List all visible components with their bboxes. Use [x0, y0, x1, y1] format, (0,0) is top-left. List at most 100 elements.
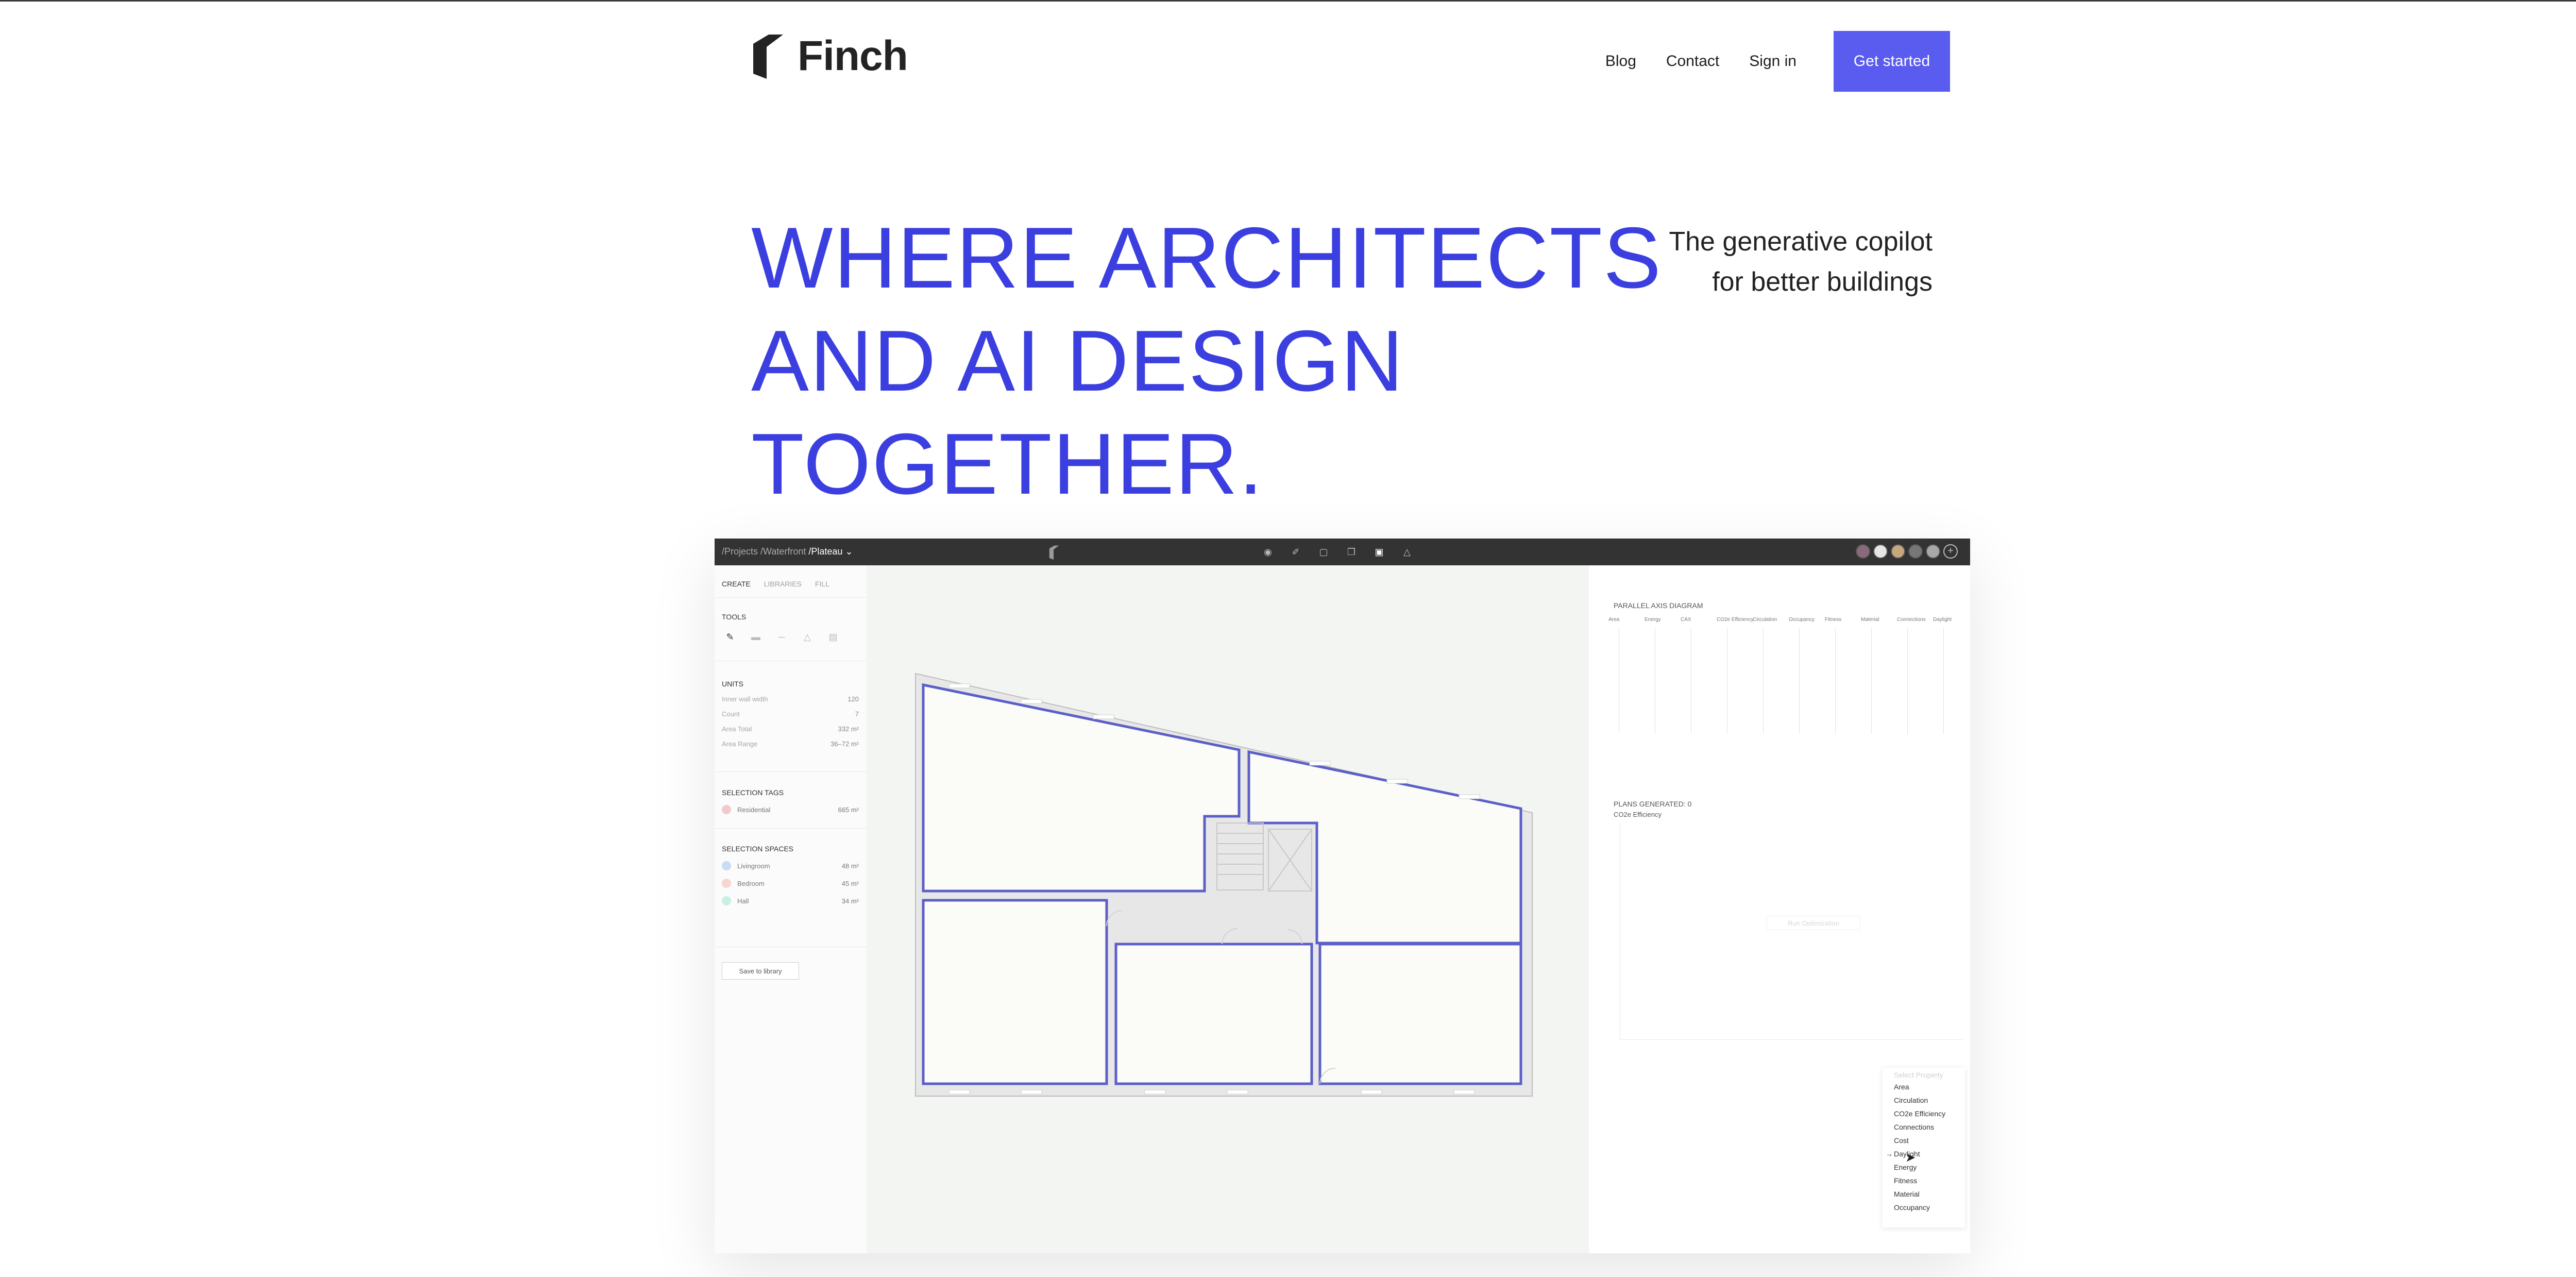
axis-label: CAX: [1681, 617, 1691, 623]
tab-create[interactable]: CREATE: [722, 580, 751, 588]
section-title: UNITS: [722, 680, 743, 688]
finch-logo-icon: [753, 35, 783, 79]
get-started-button[interactable]: Get started: [1834, 31, 1950, 92]
app-screenshot: /Projects /Waterfront /Plateau ⌄ ◉ ✐ ▢ ❐…: [715, 539, 1970, 1253]
axis-label: Energy: [1645, 617, 1661, 623]
space-row[interactable]: Livingroom 48 m²: [722, 861, 859, 870]
room: [1318, 943, 1522, 1085]
space-color-dot: [722, 861, 731, 870]
left-panel: CREATE LIBRARIES FILL TOOLS ✎ ▬ ─ △ ▤ UN…: [715, 565, 867, 1253]
section-title: SELECTION TAGS: [722, 788, 784, 797]
dropdown-option[interactable]: Area: [1883, 1080, 1965, 1094]
axis: Daylight: [1933, 617, 1952, 735]
axis: Circulation: [1753, 617, 1777, 735]
nav-sign-in[interactable]: Sign in: [1749, 53, 1797, 70]
unit-row: Inner wall width 120: [722, 695, 859, 703]
unit-label: Inner wall width: [722, 695, 768, 703]
toolbar-icons: ◉ ✐ ▢ ❐ ▣ △: [1261, 545, 1428, 559]
unit-value: 332 m²: [838, 725, 859, 733]
dropdown-option[interactable]: Cost: [1883, 1134, 1965, 1147]
unit-value[interactable]: 120: [848, 695, 859, 703]
pin-icon[interactable]: ◉: [1261, 545, 1275, 559]
dropdown-option[interactable]: Fitness: [1883, 1174, 1965, 1187]
panel-tabs: CREATE LIBRARIES FILL: [722, 580, 843, 588]
top-nav: Blog Contact Sign in Get started: [1575, 31, 1950, 92]
avatar[interactable]: [1908, 544, 1923, 559]
dropdown-option[interactable]: Material: [1883, 1187, 1965, 1201]
mouse-cursor-icon: ➤: [1905, 1151, 1916, 1165]
unit-row: Count 7: [722, 710, 859, 718]
breadcrumb[interactable]: /Projects /Waterfront /Plateau ⌄: [722, 546, 853, 557]
room: [1114, 943, 1313, 1085]
axis: Fitness: [1825, 617, 1841, 735]
dropdown-option-selected[interactable]: Daylight: [1883, 1147, 1965, 1161]
run-optimization-button[interactable]: Run Optimization: [1767, 916, 1860, 930]
space-color-dot: [722, 879, 731, 888]
space-row[interactable]: Hall 34 m²: [722, 896, 859, 905]
copy-icon[interactable]: ❐: [1344, 545, 1359, 559]
property-dropdown[interactable]: Select Property Area Circulation CO2e Ef…: [1883, 1068, 1965, 1228]
axis: Connections: [1897, 617, 1926, 735]
space-color-dot: [722, 896, 731, 905]
hero-title-line: TOGETHER.: [751, 415, 1264, 512]
unit-row: Area Total 332 m²: [722, 725, 859, 733]
axis-label: Fitness: [1825, 617, 1842, 623]
frame-icon[interactable]: ▣: [1372, 545, 1386, 559]
selection-tags-section: SELECTION TAGS Residential 665 m²: [722, 788, 859, 814]
floor-plan-canvas[interactable]: [867, 565, 1589, 1253]
dropdown-option[interactable]: Energy: [1883, 1161, 1965, 1174]
unit-row: Area Range 36–72 m²: [722, 740, 859, 748]
space-value: 34 m²: [841, 897, 859, 905]
sketch-icon[interactable]: ✐: [1289, 545, 1303, 559]
save-to-library-button[interactable]: Save to library: [722, 962, 799, 980]
axis-label: Daylight: [1933, 617, 1952, 623]
axis-label: Area: [1608, 617, 1620, 623]
shape-tool-icon[interactable]: △: [799, 630, 816, 644]
dropdown-option[interactable]: Occupancy: [1883, 1201, 1965, 1214]
avatar[interactable]: [1873, 544, 1888, 559]
tab-libraries[interactable]: LIBRARIES: [764, 580, 802, 588]
avatar[interactable]: [1891, 544, 1905, 559]
tab-fill[interactable]: FILL: [815, 580, 829, 588]
floor-plan: [915, 673, 1533, 1097]
space-label: Hall: [737, 897, 749, 905]
section-title: SELECTION SPACES: [722, 845, 794, 853]
nav-blog[interactable]: Blog: [1605, 53, 1636, 70]
space-row[interactable]: Bedroom 45 m²: [722, 879, 859, 888]
avatar[interactable]: [1856, 544, 1870, 559]
right-panel: PARALLEL AXIS DIAGRAM Area Energy CAX CO…: [1589, 565, 1970, 1253]
room-tool-icon[interactable]: ▤: [825, 630, 841, 644]
axis-label: Connections: [1897, 617, 1926, 623]
add-collaborator-icon[interactable]: +: [1943, 544, 1958, 559]
plans-plot: Run Optimization: [1620, 823, 1962, 1040]
breadcrumb-current[interactable]: /Plateau ⌄: [808, 546, 853, 557]
axis: Occupancy: [1789, 617, 1815, 735]
plans-metric: CO2e Efficiency: [1614, 811, 1662, 818]
tag-row[interactable]: Residential 665 m²: [722, 805, 859, 814]
nav-contact[interactable]: Contact: [1666, 53, 1719, 70]
plans-generated-title: PLANS GENERATED: 0: [1614, 800, 1692, 808]
dropdown-header: Select Property: [1894, 1071, 1943, 1079]
line-tool-icon[interactable]: ─: [773, 630, 790, 644]
axis-label: CO2e Efficiency: [1717, 617, 1754, 623]
pen-tool-icon[interactable]: ✎: [722, 630, 738, 644]
section-title: TOOLS: [722, 613, 747, 621]
avatar[interactable]: [1926, 544, 1940, 559]
dropdown-option[interactable]: CO2e Efficiency: [1883, 1107, 1965, 1120]
top-border: [0, 0, 2576, 2]
comment-icon[interactable]: ▢: [1316, 545, 1331, 559]
selection-spaces-section: SELECTION SPACES Livingroom 48 m² Bedroo…: [722, 845, 859, 905]
wall-tool-icon[interactable]: ▬: [748, 630, 764, 644]
subtitle-line: for better buildings: [1712, 267, 1933, 297]
breadcrumb-path[interactable]: /Projects /Waterfront: [722, 546, 808, 557]
divider: [715, 771, 867, 772]
dropdown-option[interactable]: Circulation: [1883, 1094, 1965, 1107]
warning-icon[interactable]: △: [1400, 545, 1414, 559]
finch-small-logo-icon: [1049, 545, 1059, 560]
collaborator-avatars: +: [1853, 544, 1958, 559]
parallel-axis-title: PARALLEL AXIS DIAGRAM: [1614, 601, 1703, 610]
dropdown-option[interactable]: Connections: [1883, 1120, 1965, 1134]
hero-title: WHERE ARCHITECTS AND AI DESIGN TOGETHER.: [751, 206, 1661, 515]
tools-section: TOOLS ✎ ▬ ─ △ ▤: [722, 613, 859, 644]
finch-logo[interactable]: Finch: [751, 32, 908, 80]
